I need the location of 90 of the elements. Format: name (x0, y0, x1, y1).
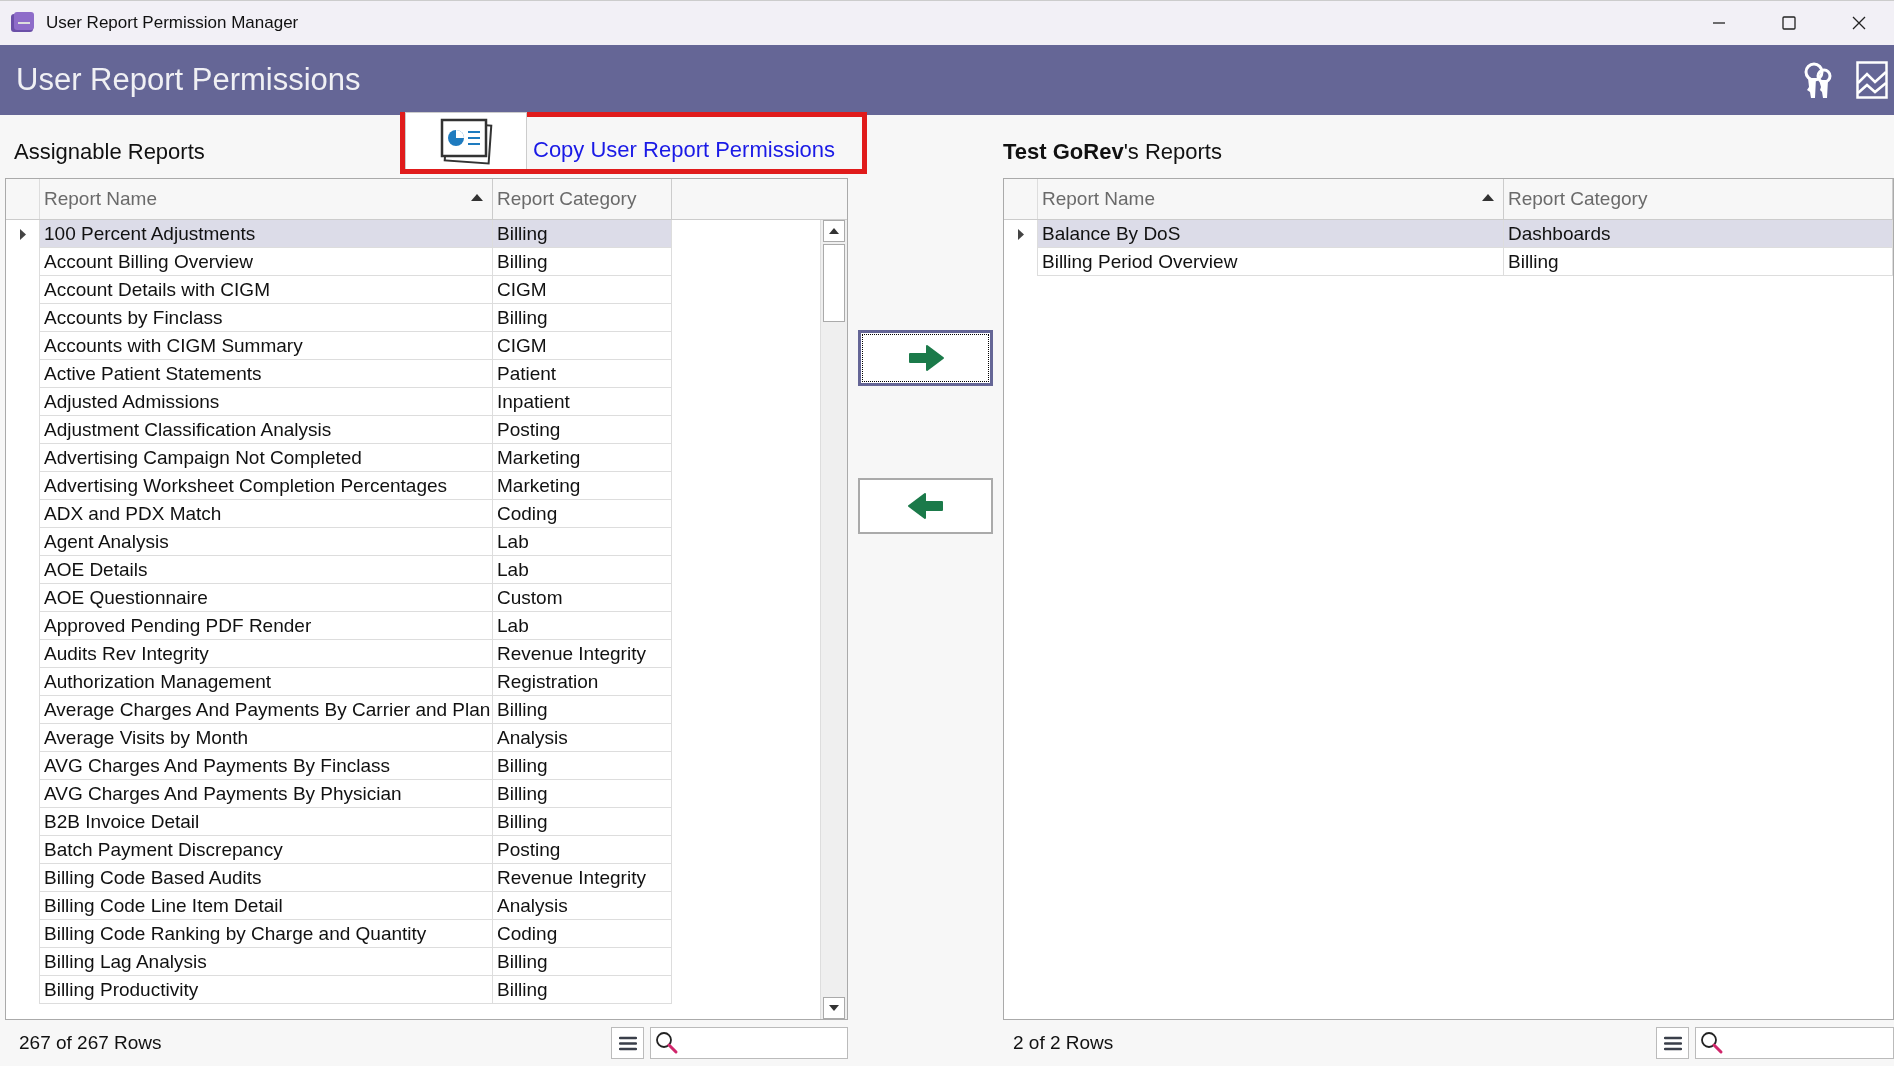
row-count: 267 of 267 Rows (18, 1032, 163, 1054)
table-cell: Revenue Integrity (493, 640, 672, 668)
table-cell: AOE Questionnaire (40, 584, 493, 612)
search-icon (655, 1031, 679, 1055)
panel-title: Assignable Reports (13, 138, 205, 165)
table-cell: AVG Charges And Payments By Finclass (40, 752, 493, 780)
table-cell: Audits Rev Integrity (40, 640, 493, 668)
table-cell: Average Visits by Month (40, 724, 493, 752)
table-cell: Inpatient (493, 388, 672, 416)
menu-button[interactable] (611, 1027, 644, 1059)
table-cell: Billing (493, 780, 672, 808)
table-cell: AOE Details (40, 556, 493, 584)
table-cell: Billing (493, 752, 672, 780)
table-cell: Coding (493, 500, 672, 528)
scroll-thumb[interactable] (823, 244, 845, 322)
table-cell: Agent Analysis (40, 528, 493, 556)
row-count: 2 of 2 Rows (1012, 1032, 1115, 1054)
table-cell: Revenue Integrity (493, 864, 672, 892)
table-cell: Billing (493, 248, 672, 276)
table-cell: Account Billing Overview (40, 248, 493, 276)
add-button[interactable] (858, 330, 993, 386)
left-arrow-icon (906, 492, 945, 520)
table-cell: Billing (493, 948, 672, 976)
table-cell: Accounts with CIGM Summary (40, 332, 493, 360)
table-cell: Billing Lag Analysis (40, 948, 493, 976)
table-cell: Accounts by Finclass (40, 304, 493, 332)
search-field[interactable] (1695, 1027, 1894, 1059)
table-cell: Analysis (493, 892, 672, 920)
table-cell: Billing Productivity (40, 976, 493, 1004)
column-header[interactable]: Report Name (1038, 179, 1504, 219)
column-header[interactable]: Report Category (1504, 179, 1893, 219)
menu-button[interactable] (1656, 1027, 1689, 1059)
table-cell: Billing (493, 696, 672, 724)
table-cell: Balance By DoS (1038, 220, 1504, 248)
table-cell: Marketing (493, 472, 672, 500)
copy-button[interactable] (405, 112, 527, 169)
table-cell: Billing (493, 976, 672, 1004)
remove-button[interactable] (858, 478, 993, 534)
column-header[interactable]: Report Category (493, 179, 672, 219)
scrollbar[interactable] (820, 220, 847, 1019)
panel-title: Test GoRev's Reports (1003, 138, 1222, 165)
window-title: User Report Permission Manager (46, 13, 300, 33)
table-cell: Registration (493, 668, 672, 696)
report-icon (438, 116, 494, 166)
table-cell: Billing (493, 220, 672, 248)
table-cell: Dashboards (1504, 220, 1893, 248)
table-cell: CIGM (493, 332, 672, 360)
table-cell: Billing (493, 304, 672, 332)
table-cell: Billing Code Based Audits (40, 864, 493, 892)
table-cell: Authorization Management (40, 668, 493, 696)
table-cell: Lab (493, 612, 672, 640)
table-cell: CIGM (493, 276, 672, 304)
table-cell: Approved Pending PDF Render (40, 612, 493, 640)
table-cell: Account Details with CIGM (40, 276, 493, 304)
table-cell: Billing Code Line Item Detail (40, 892, 493, 920)
table-cell: Adjustment Classification Analysis (40, 416, 493, 444)
chart-icon[interactable] (1856, 61, 1888, 99)
table-cell: Average Charges And Payments By Carrier and Plan (40, 696, 493, 724)
menu-icon (618, 1035, 637, 1051)
table-cell: Billing (1504, 248, 1893, 276)
menu-icon (1663, 1035, 1682, 1051)
table-cell: Marketing (493, 444, 672, 472)
search-field[interactable] (650, 1027, 848, 1059)
table-cell: Posting (493, 416, 672, 444)
table-cell: Lab (493, 556, 672, 584)
table-cell: 100 Percent Adjustments (40, 220, 493, 248)
table-cell: Batch Payment Discrepancy (40, 836, 493, 864)
right-arrow-icon (906, 344, 945, 372)
table-cell: Billing (493, 808, 672, 836)
table-cell: Analysis (493, 724, 672, 752)
table-cell: Active Patient Statements (40, 360, 493, 388)
table-cell: Posting (493, 836, 672, 864)
table-cell: Billing Code Ranking by Charge and Quantity (40, 920, 493, 948)
table-cell: Advertising Campaign Not Completed (40, 444, 493, 472)
table-cell: Adjusted Admissions (40, 388, 493, 416)
table-cell: AVG Charges And Payments By Physician (40, 780, 493, 808)
search-icon (1700, 1031, 1724, 1055)
app-icon (10, 11, 36, 35)
column-header[interactable]: Report Name (40, 179, 493, 219)
table-cell: Custom (493, 584, 672, 612)
table-cell: Lab (493, 528, 672, 556)
table-cell: Coding (493, 920, 672, 948)
table-cell: Advertising Worksheet Completion Percentages (40, 472, 493, 500)
page-title: User Report Permissions (16, 62, 362, 98)
scroll-up-icon[interactable] (823, 220, 845, 242)
scroll-down-icon[interactable] (823, 997, 845, 1019)
table-cell: Patient (493, 360, 672, 388)
table-cell: B2B Invoice Detail (40, 808, 493, 836)
table-cell: ADX and PDX Match (40, 500, 493, 528)
table-cell: Billing Period Overview (1038, 248, 1504, 276)
